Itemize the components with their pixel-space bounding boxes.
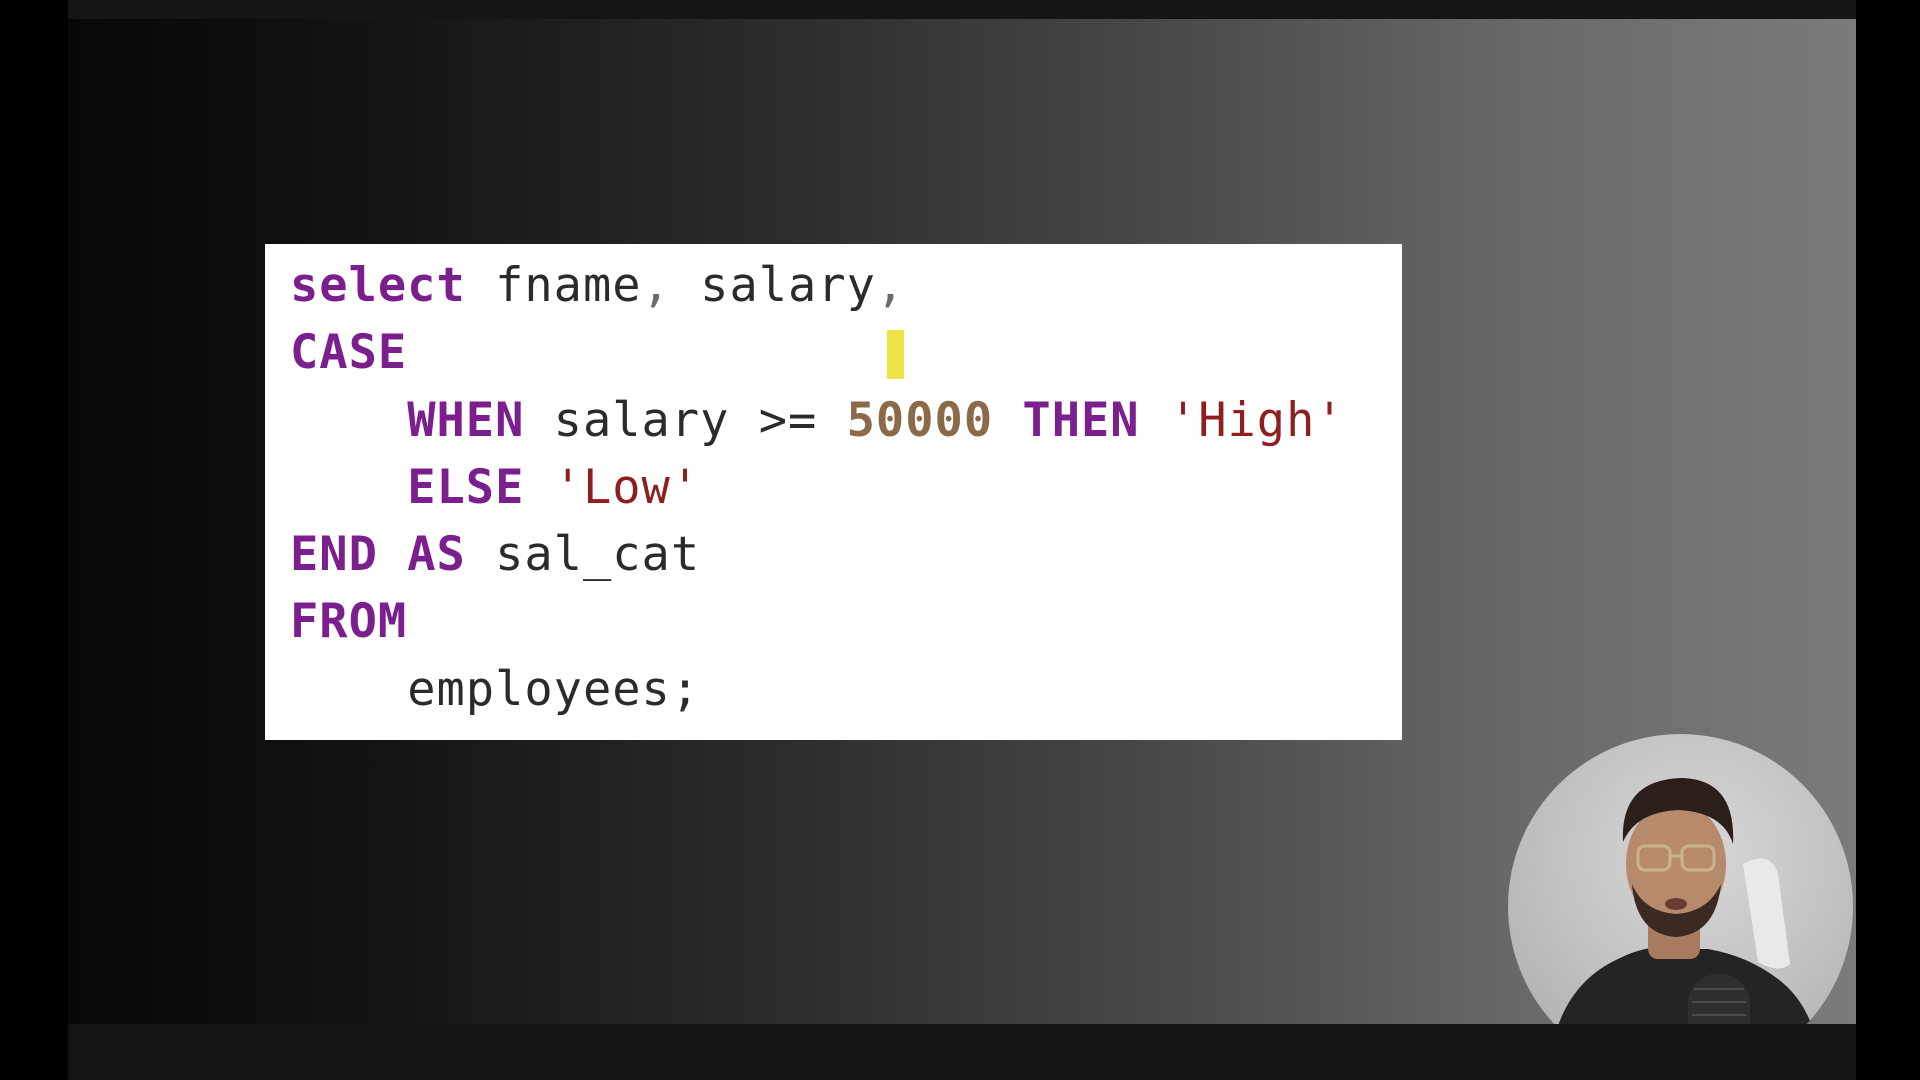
string-low: 'Low' — [553, 459, 701, 515]
keyword-select: select — [290, 258, 466, 313]
code-line-6: FROM — [290, 588, 1402, 655]
comma: , — [875, 258, 906, 313]
code-line-5: END AS sal_cat — [290, 521, 1402, 588]
code-line-2: CASE — [290, 319, 1402, 386]
video-bottom-letterbox — [68, 1024, 1856, 1080]
code-line-4: ELSE 'Low' — [290, 454, 1402, 521]
video-top-letterbox — [68, 0, 1856, 19]
column-salary: salary — [700, 258, 876, 313]
comma: , — [641, 258, 671, 313]
column-salary: salary — [553, 392, 730, 448]
code-line-1: select fname, salary, — [290, 252, 1402, 319]
text-cursor — [887, 330, 904, 379]
number-literal: 50000 — [846, 392, 994, 448]
string-high: 'High' — [1168, 392, 1345, 448]
keyword-then: THEN — [1022, 392, 1140, 448]
column-fname: fname — [495, 258, 642, 313]
operator-gte: >= — [758, 392, 818, 448]
keyword-when: WHEN — [407, 392, 525, 448]
keyword-end: END — [290, 527, 378, 583]
keyword-else: ELSE — [407, 459, 525, 515]
table-employees: employees; — [407, 661, 701, 717]
alias-sal-cat: sal_cat — [495, 527, 701, 583]
code-line-7: employees; — [290, 656, 1402, 723]
code-line-3: WHEN salary >= 50000 THEN 'High' — [290, 387, 1402, 454]
keyword-as: AS — [407, 527, 466, 583]
keyword-from: FROM — [290, 594, 408, 650]
sql-code-panel: select fname, salary, CASE WHEN salary >… — [265, 244, 1402, 740]
keyword-case: CASE — [290, 325, 408, 381]
